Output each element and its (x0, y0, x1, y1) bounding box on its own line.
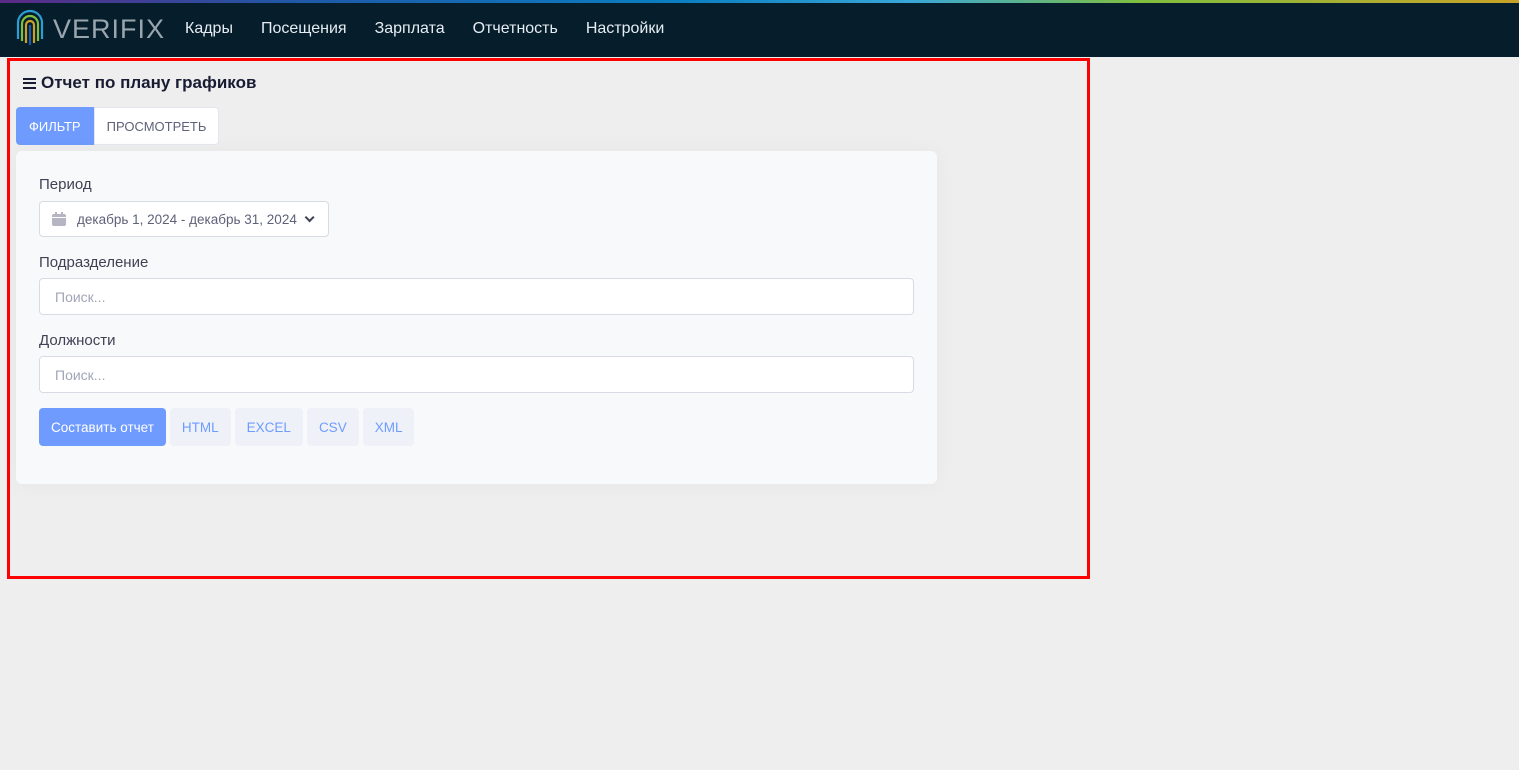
nav-item-reports[interactable]: Отчетность (459, 20, 572, 38)
fingerprint-logo-icon (16, 9, 44, 45)
view-tabs: ФИЛЬТР ПРОСМОТРЕТЬ (16, 107, 220, 145)
tab-view[interactable]: ПРОСМОТРЕТЬ (93, 107, 220, 145)
period-value: декабрь 1, 2024 - декабрь 31, 2024 (77, 211, 297, 227)
division-search-input[interactable] (39, 278, 914, 315)
page-header: Отчет по плану графиков (23, 70, 256, 96)
filter-card: Период декабрь 1, 2024 - декабрь 31, 202… (16, 151, 937, 484)
export-excel-button[interactable]: EXCEL (234, 408, 303, 446)
top-navbar: VERIFIX Кадры Посещения Зарплата Отчетно… (0, 0, 1519, 57)
export-xml-button[interactable]: XML (362, 408, 415, 446)
logo[interactable]: VERIFIX (14, 9, 165, 49)
export-csv-button[interactable]: CSV (306, 408, 359, 446)
positions-search-input[interactable] (39, 356, 914, 393)
period-date-range-picker[interactable]: декабрь 1, 2024 - декабрь 31, 2024 (39, 201, 329, 237)
chevron-down-icon (304, 211, 315, 222)
nav-item-attendance[interactable]: Посещения (247, 20, 361, 38)
nav-item-staff[interactable]: Кадры (171, 20, 247, 38)
nav-item-payroll[interactable]: Зарплата (361, 20, 459, 38)
report-actions: Составить отчет HTML EXCEL CSV XML (39, 408, 418, 446)
calendar-icon (52, 212, 66, 226)
period-label: Период (39, 176, 92, 193)
logo-text: VERIFIX (53, 13, 166, 44)
main-menu: Кадры Посещения Зарплата Отчетность Наст… (171, 0, 678, 57)
menu-icon[interactable] (23, 77, 36, 89)
export-html-button[interactable]: HTML (169, 408, 231, 446)
division-label: Подразделение (39, 254, 149, 271)
build-report-button[interactable]: Составить отчет (39, 408, 166, 446)
page-title: Отчет по плану графиков (41, 73, 257, 92)
nav-item-settings[interactable]: Настройки (572, 20, 678, 38)
tab-filter[interactable]: ФИЛЬТР (16, 107, 94, 145)
positions-label: Должности (39, 332, 116, 349)
